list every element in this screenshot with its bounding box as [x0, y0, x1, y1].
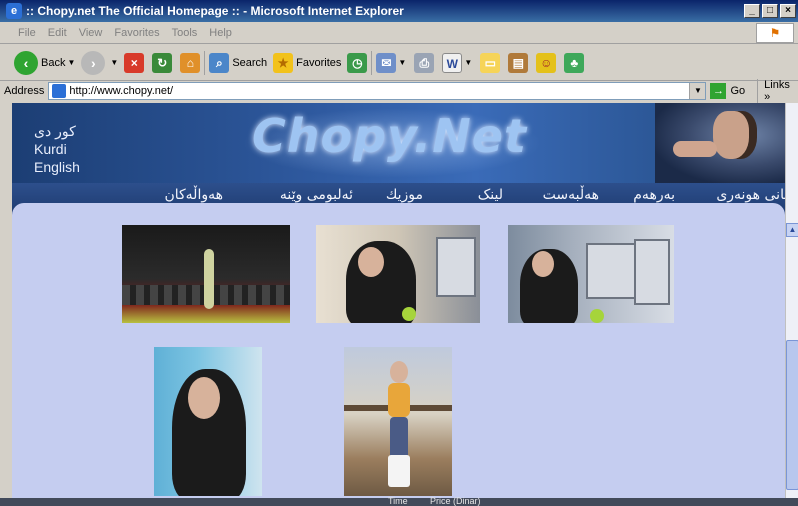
- window-left-edge: [0, 103, 12, 498]
- notes-icon[interactable]: ▭: [480, 52, 501, 73]
- singer-figure: [204, 249, 214, 309]
- monitor-shape-2: [634, 239, 670, 305]
- window-controls: _ □ ×: [744, 4, 796, 18]
- apple-shape: [590, 309, 604, 323]
- face-shape: [390, 361, 408, 383]
- nav-links[interactable]: لینک: [478, 187, 503, 203]
- menu-view[interactable]: View: [73, 27, 109, 39]
- singer-banner-image: [655, 103, 785, 183]
- menu-edit[interactable]: Edit: [42, 27, 73, 39]
- language-kurdi-arabic-link[interactable]: کور دی: [34, 123, 76, 140]
- mail-icon[interactable]: ✉: [376, 52, 397, 73]
- site-logo[interactable]: Chopy.Net: [252, 109, 527, 163]
- back-dropdown-icon[interactable]: ▼: [67, 58, 75, 67]
- address-bar: Address http://www.chopy.net/ ▼ → Go Lin…: [0, 79, 798, 103]
- search-button[interactable]: ⌕ Search: [209, 52, 268, 73]
- face-shape: [188, 377, 220, 419]
- back-label: Back: [41, 56, 66, 69]
- face-shape: [358, 247, 384, 277]
- address-url[interactable]: http://www.chopy.net/: [69, 85, 173, 97]
- home-icon[interactable]: ⌂: [180, 52, 201, 73]
- mail-dropdown-icon[interactable]: ▼: [398, 58, 406, 67]
- edit-dropdown-icon[interactable]: ▼: [464, 58, 472, 67]
- language-english-link[interactable]: English: [34, 159, 80, 176]
- site-banner: Chopy.Net کور دی Kurdi English: [12, 103, 785, 183]
- footer-price-label: Price (Dinar): [430, 496, 481, 506]
- nav-news[interactable]: هەواڵەکان: [164, 187, 223, 203]
- window-title: :: Chopy.net The Official Homepage :: - …: [26, 4, 404, 18]
- site-nav: ژیانی هونەری بەرهەم هەڵبەست لینک موزیك ئ…: [12, 183, 785, 215]
- close-button[interactable]: ×: [780, 4, 796, 18]
- vertical-scrollbar[interactable]: ▲: [785, 103, 798, 498]
- monitor-shape: [436, 237, 476, 297]
- favorites-star-icon: ★: [273, 52, 294, 73]
- boots-shape: [388, 455, 410, 487]
- go-button[interactable]: → Go: [710, 83, 745, 99]
- toolbar: ‹ Back ▼ › ▼ × ↻ ⌂ ⌕ Search ★ Favorites …: [0, 45, 798, 81]
- title-bar: e :: Chopy.net The Official Homepage :: …: [0, 0, 798, 22]
- menu-favorites[interactable]: Favorites: [108, 27, 165, 39]
- forward-arrow-icon: ›: [81, 50, 106, 75]
- menu-help[interactable]: Help: [203, 27, 238, 39]
- nav-photo-album[interactable]: ئەلبومی وێنە: [280, 187, 353, 203]
- scroll-up-icon[interactable]: ▲: [786, 223, 798, 237]
- menu-bar: File Edit View Favorites Tools Help ⚑: [0, 22, 798, 44]
- photo-outdoor[interactable]: [342, 345, 454, 498]
- search-label: Search: [232, 56, 268, 69]
- apple-shape: [402, 307, 416, 321]
- page-footer-strip: Time Price (Dinar): [0, 496, 798, 506]
- menu-tools[interactable]: Tools: [166, 27, 204, 39]
- nav-artistic-life[interactable]: ژیانی هونەری: [716, 187, 785, 203]
- word-edit-icon[interactable]: W: [442, 52, 463, 73]
- minimize-button[interactable]: _: [744, 4, 760, 18]
- back-arrow-icon: ‹: [14, 50, 38, 75]
- photo-blue-curtain[interactable]: [152, 345, 264, 498]
- sweater-shape: [388, 383, 410, 417]
- singer-face: [713, 111, 749, 159]
- nav-curve: [12, 203, 785, 215]
- go-label: Go: [730, 85, 746, 97]
- page-viewport: Chopy.Net کور دی Kurdi English ژیانی هون…: [12, 103, 785, 498]
- toolbar-divider: [204, 50, 206, 75]
- monitor-shape: [586, 243, 640, 299]
- links-button[interactable]: Links »: [757, 79, 798, 103]
- menu-file[interactable]: File: [0, 27, 42, 39]
- search-icon: ⌕: [209, 52, 230, 73]
- address-label: Address: [4, 85, 45, 97]
- singer-hand: [673, 141, 717, 157]
- maximize-button[interactable]: □: [762, 4, 778, 18]
- language-kurdi-link[interactable]: Kurdi: [34, 141, 67, 158]
- ie-icon: e: [6, 3, 22, 19]
- favorites-button[interactable]: ★ Favorites: [273, 52, 342, 73]
- back-button[interactable]: ‹ Back ▼: [14, 50, 75, 75]
- refresh-icon[interactable]: ↻: [152, 52, 173, 73]
- go-arrow-icon: →: [710, 83, 727, 99]
- history-icon[interactable]: ◷: [347, 52, 368, 73]
- nav-music[interactable]: موزیك: [386, 187, 423, 203]
- face-shape: [532, 251, 554, 277]
- toolbar-divider-2: [371, 50, 373, 75]
- footer-time-label: Time: [388, 496, 408, 506]
- nav-poems[interactable]: هەڵبەست: [543, 187, 599, 203]
- print-icon[interactable]: ⎙: [414, 52, 435, 73]
- address-dropdown-icon[interactable]: ▼: [689, 83, 706, 99]
- photo-computer[interactable]: [506, 223, 676, 325]
- research-icon[interactable]: ▤: [508, 52, 529, 73]
- windows-logo-icon: ⚑: [756, 23, 794, 43]
- photo-portrait-desk[interactable]: [314, 223, 482, 325]
- links-label: Links: [764, 79, 790, 91]
- forward-button[interactable]: › ▼: [81, 50, 118, 75]
- stop-icon[interactable]: ×: [124, 52, 145, 73]
- photo-concert[interactable]: [120, 223, 292, 325]
- favorites-label: Favorites: [296, 56, 342, 69]
- page-icon: [52, 84, 67, 98]
- address-input[interactable]: http://www.chopy.net/ ▼: [48, 82, 707, 100]
- nav-works[interactable]: بەرهەم: [633, 187, 675, 203]
- msn-messenger-icon[interactable]: ♣: [564, 52, 585, 73]
- forward-dropdown-icon[interactable]: ▼: [110, 58, 118, 67]
- messenger-smiley-icon[interactable]: ☺: [536, 52, 557, 73]
- scroll-thumb[interactable]: [786, 340, 798, 490]
